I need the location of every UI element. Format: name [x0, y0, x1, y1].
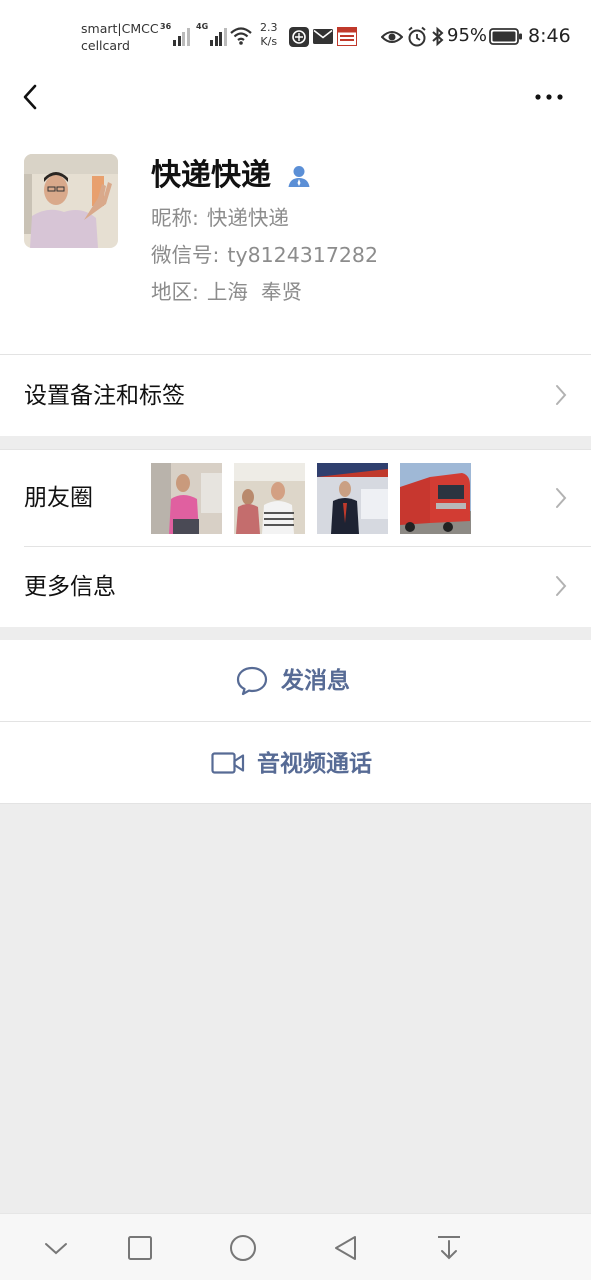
- wechat-id-value[interactable]: ty8124317282: [227, 243, 378, 267]
- signal-strength-icon: 36: [160, 22, 191, 46]
- video-call-label: 音视频通话: [257, 751, 372, 777]
- chat-bubble-icon: [236, 666, 268, 696]
- moments-and-info-section: 朋友圈 更多信息: [0, 449, 591, 627]
- recent-apps-icon[interactable]: [124, 1232, 156, 1264]
- carrier-name: smart|CMCC cellcard: [81, 20, 159, 54]
- back-button[interactable]: [14, 80, 48, 114]
- notification-pull-down-icon[interactable]: [433, 1232, 465, 1264]
- moments-row[interactable]: 朋友圈: [0, 450, 591, 546]
- more-info-label: 更多信息: [24, 574, 116, 600]
- battery-percentage: 95%: [447, 25, 488, 46]
- contact-display-name: 快递快递: [151, 158, 271, 193]
- voice-video-call-button[interactable]: 音视频通话: [0, 722, 591, 804]
- remark-tags-label: 设置备注和标签: [24, 383, 185, 409]
- region-label: 地区:: [151, 280, 199, 304]
- avatar-image: [24, 154, 118, 248]
- eye-comfort-icon: [381, 31, 403, 43]
- app-notification-icon: [289, 27, 309, 47]
- network-speed: 2.3 K/s: [260, 21, 278, 49]
- nickname-label: 昵称:: [151, 206, 199, 230]
- moments-label: 朋友圈: [24, 485, 93, 511]
- clock: 8:46: [528, 25, 571, 47]
- battery-icon: [489, 28, 522, 45]
- chevron-right-icon: [556, 385, 567, 405]
- actions-section: 发消息 音视频通话: [0, 640, 591, 804]
- news-app-icon: [337, 27, 357, 46]
- network-speed-value: 2.3: [260, 21, 278, 34]
- wifi-icon: [230, 27, 252, 45]
- navigation-bar: [0, 70, 591, 126]
- moments-photo-thumbnail: [234, 463, 305, 534]
- region-value: 上海 奉贤: [206, 280, 302, 304]
- chevron-right-icon: [556, 576, 567, 596]
- carrier-line-1: smart|CMCC: [81, 21, 159, 36]
- set-remark-tags-row[interactable]: 设置备注和标签: [0, 354, 591, 436]
- status-bar: smart|CMCC cellcard 36 4G 2.3 K/s 95% 8:…: [0, 0, 591, 70]
- region-line: 地区: 上海 奉贤: [151, 278, 302, 306]
- nickname-line: 昵称: 快递快递: [151, 204, 289, 232]
- contact-person-icon: [288, 166, 310, 187]
- bluetooth-icon: [432, 26, 444, 47]
- moments-photo-thumbnail: [317, 463, 388, 534]
- carrier-line-2: cellcard: [81, 38, 130, 53]
- more-options-button[interactable]: [530, 80, 570, 114]
- wechat-id-line: 微信号: ty8124317282: [151, 241, 378, 269]
- video-camera-icon: [211, 752, 245, 774]
- system-navigation-bar: [0, 1213, 591, 1280]
- moments-photo-thumbnail: [151, 463, 222, 534]
- network-speed-unit: K/s: [260, 35, 278, 48]
- signal-strength-icon: 4G: [196, 22, 228, 46]
- avatar[interactable]: [24, 154, 118, 248]
- back-triangle-icon[interactable]: [330, 1232, 362, 1264]
- alarm-icon: [408, 26, 426, 47]
- mail-icon: [313, 29, 333, 44]
- wechat-id-label: 微信号:: [151, 243, 220, 267]
- hide-navbar-icon[interactable]: [40, 1232, 72, 1264]
- signal-type-label: 4G: [196, 22, 209, 31]
- home-icon[interactable]: [227, 1232, 259, 1264]
- signal-type-label: 36: [160, 22, 172, 31]
- send-message-button[interactable]: 发消息: [0, 640, 591, 721]
- profile-header: 快递快递 昵称: 快递快递 微信号: ty8124317282 地区: 上海 奉贤: [0, 126, 591, 354]
- more-info-row[interactable]: 更多信息: [0, 547, 591, 628]
- send-message-label: 发消息: [281, 668, 350, 694]
- moments-photo-thumbnail: [400, 463, 471, 534]
- chevron-right-icon: [556, 488, 567, 508]
- nickname-value: 快递快递: [206, 206, 289, 230]
